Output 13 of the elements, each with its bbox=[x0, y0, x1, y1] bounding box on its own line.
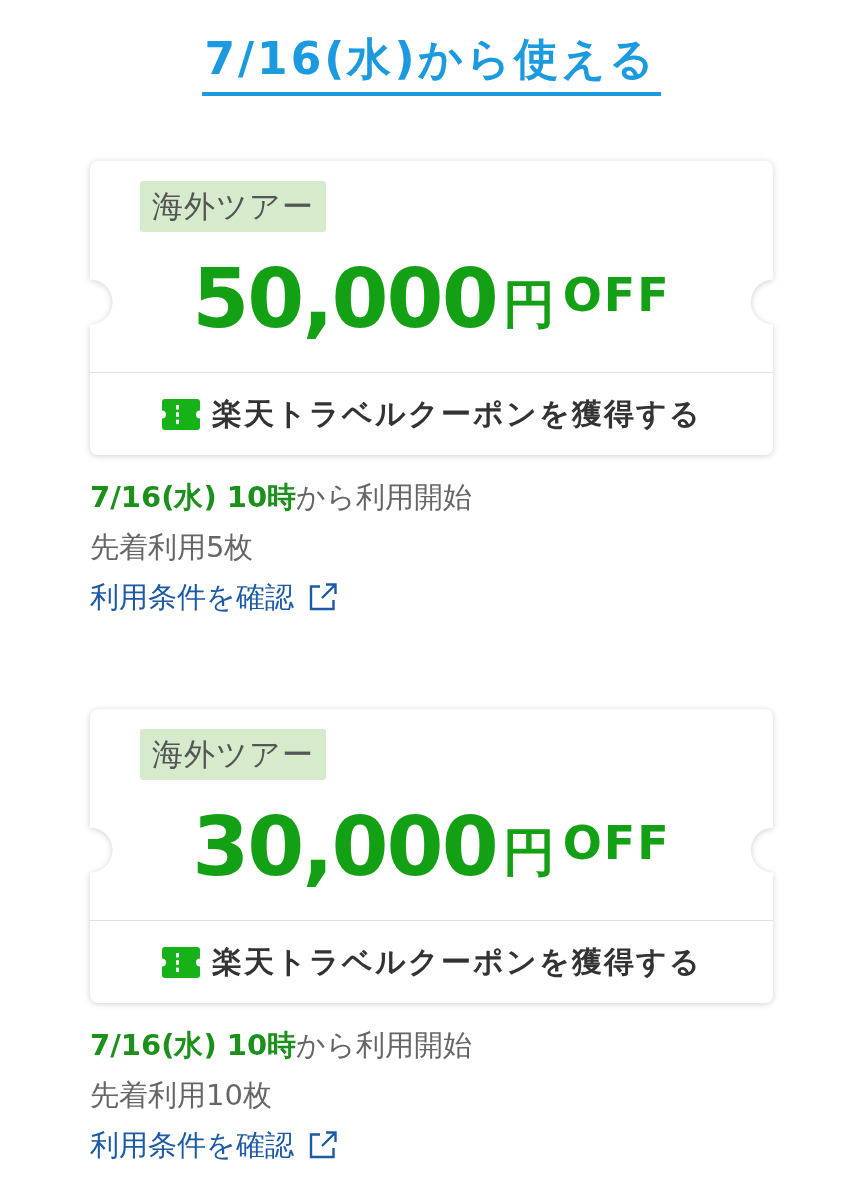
category-tag: 海外ツアー bbox=[140, 181, 326, 232]
category-tag: 海外ツアー bbox=[140, 729, 326, 780]
start-time-text: 7/16(水) 10時から利用開始 bbox=[90, 479, 474, 516]
external-link-icon bbox=[308, 582, 338, 612]
ticket-icon bbox=[161, 398, 200, 430]
heading-title: 7/16(水)から使える bbox=[202, 30, 661, 96]
start-time-text: 7/16(水) 10時から利用開始 bbox=[90, 1027, 474, 1064]
ticket-icon bbox=[161, 946, 200, 978]
terms-link[interactable]: 利用条件を確認 bbox=[90, 572, 338, 622]
terms-link[interactable]: 利用条件を確認 bbox=[90, 1120, 338, 1170]
external-link-icon bbox=[308, 1130, 338, 1160]
usage-limit-text: 先着利用10枚 bbox=[90, 1077, 273, 1114]
usage-limit-text: 先着利用5枚 bbox=[90, 529, 255, 566]
